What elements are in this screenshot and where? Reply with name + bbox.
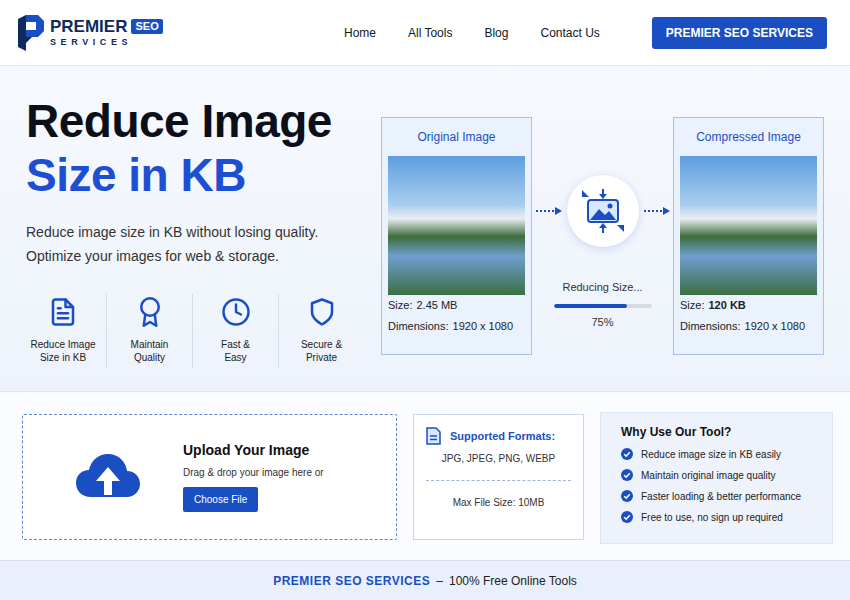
size-value: 2.45 MB xyxy=(416,299,457,311)
max-file-size: Max File Size: 10MB xyxy=(426,497,571,508)
progress-fill xyxy=(554,304,628,308)
header: PREMIER SEO SERVICES Home All Tools Blog Conta… xyxy=(0,0,850,66)
card-title: Compressed Image xyxy=(680,130,817,144)
logo-badge: SEO xyxy=(131,19,162,34)
feature-label: Secure &Private xyxy=(301,338,342,364)
size-info: Size:120 KB xyxy=(680,295,817,316)
check-circle-icon xyxy=(621,511,633,523)
choose-file-button[interactable]: Choose File xyxy=(183,487,258,512)
title-highlight: Size in KB xyxy=(26,148,381,202)
why-title: Why Use Our Tool? xyxy=(621,425,818,439)
feature-label: Reduce ImageSize in KB xyxy=(30,338,95,364)
divider xyxy=(426,480,571,481)
footer-separator: – xyxy=(436,574,443,588)
image-preview xyxy=(680,156,817,295)
feature: MaintainQuality xyxy=(106,294,192,368)
footer-text: 100% Free Online Tools xyxy=(449,574,577,588)
check-circle-icon xyxy=(621,448,633,460)
compress-progress: Reducing Size... 75% xyxy=(532,117,673,328)
logo-tagline: SERVICES xyxy=(50,38,163,47)
compress-circle xyxy=(567,175,639,247)
arrow-row xyxy=(536,175,670,247)
page: PREMIER SEO SERVICES Home All Tools Blog Conta… xyxy=(0,0,850,600)
hero-title: Reduce ImageSize in KB xyxy=(26,94,381,202)
logo-top: PREMIER SEO xyxy=(50,18,163,35)
document-icon xyxy=(426,427,441,445)
upload-text: Upload Your Image Drag & drop your image … xyxy=(183,442,324,512)
feature-label: MaintainQuality xyxy=(131,338,169,364)
nav: Home All Tools Blog Contact Us xyxy=(344,26,600,40)
nav-link[interactable]: Home xyxy=(344,26,376,40)
why-list: Reduce image size in KB easily Maintain o… xyxy=(621,448,818,523)
size-info: Size:2.45 MB xyxy=(388,295,525,316)
feature-list: Reduce ImageSize in KB MaintainQuality Fas… xyxy=(20,294,381,368)
why-item: Free to use, no sign up required xyxy=(621,511,818,523)
award-icon xyxy=(135,296,165,328)
hero-text: Reduce ImageSize in KB Reduce image size … xyxy=(0,66,381,391)
document-check-icon xyxy=(48,296,78,328)
dimensions-value: 1920 x 1080 xyxy=(745,320,806,332)
upload-dropzone[interactable]: Upload Your Image Drag & drop your image … xyxy=(22,414,397,540)
size-value: 120 KB xyxy=(708,299,745,311)
nav-link[interactable]: All Tools xyxy=(408,26,452,40)
upload-hint: Drag & drop your image here or xyxy=(183,467,324,478)
feature: Reduce ImageSize in KB xyxy=(20,294,106,368)
card-title: Original Image xyxy=(388,130,525,144)
check-circle-icon xyxy=(621,469,633,481)
image-preview xyxy=(388,156,525,295)
logo-icon xyxy=(18,15,44,51)
subtitle-line: Optimize your images for web & storage. xyxy=(26,244,381,268)
cloud-upload-icon xyxy=(75,451,141,503)
why-card: Why Use Our Tool? Reduce image size in KB… xyxy=(600,412,833,544)
hero: Reduce ImageSize in KB Reduce image size … xyxy=(0,66,850,392)
compare-area: Original ImageSize:2.45 MBDimensions:192… xyxy=(381,66,824,391)
arrow-right-icon xyxy=(644,206,670,216)
dimensions-info: Dimensions:1920 x 1080 xyxy=(388,316,525,337)
dimensions-info: Dimensions:1920 x 1080 xyxy=(680,316,817,337)
shield-icon xyxy=(307,296,337,328)
title-line: Reduce Image xyxy=(26,94,381,148)
cta-button[interactable]: PREMIER SEO SERVICES xyxy=(652,17,827,49)
upload-title: Upload Your Image xyxy=(183,442,309,458)
feature-label: Fast &Easy xyxy=(221,338,250,364)
formats-title: Supported Formats: xyxy=(450,430,555,442)
nav-link[interactable]: Blog xyxy=(484,26,508,40)
feature: Secure &Private xyxy=(278,294,364,368)
footer: PREMIER SEO SERVICES–100% Free Online To… xyxy=(0,560,850,600)
progress-reading: 75% xyxy=(591,316,613,328)
nav-link[interactable]: Contact Us xyxy=(540,26,599,40)
formats-box: Supported Formats: JPG, JPEG, PNG, WEBP Ma… xyxy=(413,414,584,540)
progress-label: Reducing Size... xyxy=(562,281,642,293)
compressed-image-card: Compressed Image Size:120 KBDimensions:19… xyxy=(673,117,824,355)
footer-brand: PREMIER SEO SERVICES xyxy=(273,574,430,588)
arrow-right-icon xyxy=(536,206,562,216)
dimensions-value: 1920 x 1080 xyxy=(453,320,514,332)
original-image-card: Original Image Size:2.45 MBDimensions:192… xyxy=(381,117,532,355)
tool-section: Upload Your Image Drag & drop your image … xyxy=(0,392,850,560)
logo[interactable]: PREMIER SEO SERVICES xyxy=(18,15,163,51)
why-item: Maintain original image quality xyxy=(621,469,818,481)
check-circle-icon xyxy=(621,490,633,502)
why-item: Reduce image size in KB easily xyxy=(621,448,818,460)
formats-list: JPG, JPEG, PNG, WEBP xyxy=(426,453,571,464)
feature: Fast &Easy xyxy=(192,294,278,368)
hero-subtitle: Reduce image size in KB without losing q… xyxy=(26,220,381,268)
subtitle-line: Reduce image size in KB without losing q… xyxy=(26,220,381,244)
stopwatch-icon xyxy=(221,296,251,328)
formats-header: Supported Formats: xyxy=(426,427,571,445)
logo-name: PREMIER xyxy=(50,18,127,35)
compress-image-icon xyxy=(581,189,625,233)
logo-text: PREMIER SEO SERVICES xyxy=(50,18,163,47)
why-item: Faster loading & better performance xyxy=(621,490,818,502)
progress-bar xyxy=(554,304,652,308)
